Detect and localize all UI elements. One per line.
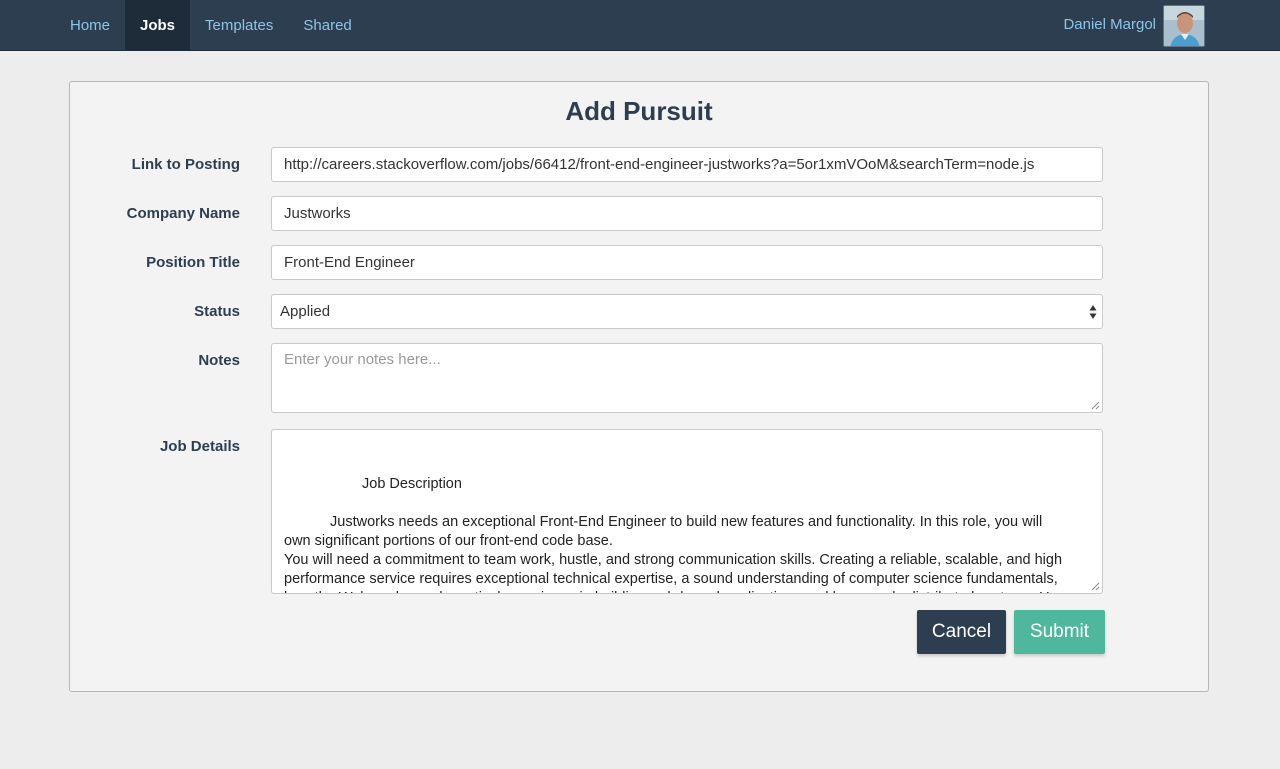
avatar-photo-icon <box>1164 6 1204 46</box>
select-arrows-icon <box>1089 305 1097 319</box>
details-label: Job Details <box>159 438 240 455</box>
user-name[interactable]: Daniel Margol <box>1063 16 1156 33</box>
link-input[interactable]: http://careers.stackoverflow.com/jobs/66… <box>271 147 1103 182</box>
nav-templates-link[interactable]: Templates <box>190 0 288 51</box>
status-selected-value: Applied <box>280 303 331 320</box>
position-input[interactable]: Front-End Engineer <box>271 245 1103 280</box>
user-menu[interactable]: Daniel Margol <box>1063 5 1205 47</box>
details-paragraph-1: Justworks needs an exceptional Front-End… <box>284 514 1043 549</box>
company-input[interactable]: Justworks <box>271 196 1103 231</box>
notes-placeholder: Enter your notes here... <box>284 351 441 368</box>
resize-grip-icon[interactable] <box>1091 401 1100 410</box>
submit-button[interactable]: Submit <box>1014 610 1105 654</box>
status-select[interactable]: Applied <box>271 294 1103 329</box>
resize-grip-icon[interactable] <box>1091 582 1100 591</box>
nav-links: Home Jobs Templates Shared <box>55 0 367 51</box>
nav-jobs-link[interactable]: Jobs <box>125 0 191 51</box>
notes-label: Notes <box>198 352 240 369</box>
notes-textarea[interactable]: Enter your notes here... <box>271 343 1103 413</box>
position-label: Position Title <box>146 254 240 271</box>
add-pursuit-panel: Add Pursuit Link to Posting http://caree… <box>69 81 1209 692</box>
details-heading: Job Description <box>362 476 462 492</box>
link-label: Link to Posting <box>131 156 240 173</box>
nav-home-link[interactable]: Home <box>55 0 125 51</box>
details-paragraph-2: You will need a commitment to team work,… <box>284 552 1064 593</box>
company-label: Company Name <box>126 205 240 222</box>
page-title: Add Pursuit <box>565 96 713 126</box>
details-textarea[interactable]: Job Description Justworks needs an excep… <box>271 429 1103 594</box>
avatar[interactable] <box>1163 5 1205 47</box>
cancel-button[interactable]: Cancel <box>917 610 1006 654</box>
status-label: Status <box>194 303 240 320</box>
top-navbar: Home Jobs Templates Shared Daniel Margol <box>0 0 1280 51</box>
nav-shared-link[interactable]: Shared <box>288 0 366 51</box>
